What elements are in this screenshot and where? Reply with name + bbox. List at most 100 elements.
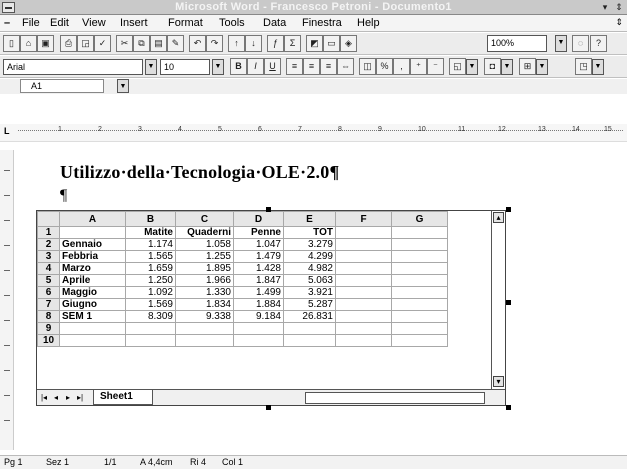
paste-icon[interactable]: ▤ (150, 35, 167, 52)
table-cell[interactable] (391, 298, 448, 311)
color-dropdown[interactable]: ▼ (501, 59, 513, 75)
sort-descending-icon[interactable]: ↓ (245, 35, 262, 52)
size-dropdown[interactable]: ▼ (212, 59, 224, 75)
system-menu-button[interactable] (2, 2, 15, 13)
table-cell[interactable]: 1.330 (175, 286, 234, 299)
table-cell[interactable] (391, 310, 448, 323)
tip-wizard-icon[interactable]: ◌ (572, 35, 589, 52)
table-cell[interactable]: Penne (233, 226, 284, 239)
next-sheet-icon[interactable]: ▸ (63, 392, 73, 403)
chart-wizard-icon[interactable]: ◩ (306, 35, 323, 52)
print-icon[interactable]: ⎙ (60, 35, 77, 52)
table-cell[interactable] (59, 334, 126, 347)
sheet-tab[interactable]: Sheet1 (93, 390, 153, 405)
table-cell[interactable]: Marzo (59, 262, 126, 275)
table-cell[interactable]: 9.338 (175, 310, 234, 323)
table-cell[interactable] (391, 322, 448, 335)
minimize-icon[interactable]: ▾ (599, 1, 611, 13)
select-all-corner[interactable] (37, 211, 60, 227)
menu-finestra[interactable]: Finestra (302, 17, 342, 29)
table-cell[interactable]: 5.063 (283, 274, 336, 287)
row-header[interactable]: 6 (37, 286, 60, 299)
table-cell[interactable]: 1.479 (233, 250, 284, 263)
table-cell[interactable]: 1.047 (233, 238, 284, 251)
tab-stop-icon[interactable]: L (4, 126, 10, 136)
horizontal-ruler[interactable]: L 1 2 3 4 5 6 7 8 9 10 11 12 13 14 15 (0, 124, 627, 142)
table-cell[interactable]: 3.921 (283, 286, 336, 299)
format-painter-icon[interactable]: ✎ (167, 35, 184, 52)
table-cell[interactable] (59, 322, 126, 335)
font-color-icon[interactable]: ⊞ (519, 58, 536, 75)
text-box-icon[interactable]: ▭ (323, 35, 340, 52)
table-cell[interactable]: 1.569 (125, 298, 176, 311)
table-cell[interactable] (335, 286, 392, 299)
table-cell[interactable]: 1.092 (125, 286, 176, 299)
row-header[interactable]: 4 (37, 262, 60, 275)
table-cell[interactable] (335, 310, 392, 323)
row-header[interactable]: 7 (37, 298, 60, 311)
decrease-decimal-icon[interactable]: ⁻ (427, 58, 444, 75)
prev-sheet-icon[interactable]: ◂ (51, 392, 61, 403)
table-cell[interactable] (175, 334, 234, 347)
horizontal-scrollbar[interactable] (305, 392, 485, 404)
table-cell[interactable]: Maggio (59, 286, 126, 299)
table-cell[interactable] (335, 238, 392, 251)
preview-icon[interactable]: ◲ (77, 35, 94, 52)
help-icon[interactable]: ? (590, 35, 607, 52)
font-color-dropdown[interactable]: ▼ (536, 59, 548, 75)
table-cell[interactable] (175, 322, 234, 335)
row-header[interactable]: 5 (37, 274, 60, 287)
cut-icon[interactable]: ✂ (116, 35, 133, 52)
menu-help[interactable]: Help (357, 17, 380, 29)
menu-view[interactable]: View (82, 17, 106, 29)
table-cell[interactable] (233, 322, 284, 335)
table-cell[interactable]: 1.565 (125, 250, 176, 263)
name-box[interactable]: A1 (20, 79, 104, 93)
first-sheet-icon[interactable]: |◂ (39, 392, 49, 403)
table-cell[interactable] (391, 250, 448, 263)
table-cell[interactable]: Matite (125, 226, 176, 239)
resize-handle[interactable] (506, 405, 511, 410)
embedded-worksheet[interactable]: A B C D E F G 1 Matite Quaderni Penne TOT 2 Ge… (36, 210, 506, 406)
table-cell[interactable] (125, 334, 176, 347)
column-header-d[interactable]: D (233, 211, 284, 227)
table-cell[interactable] (335, 262, 392, 275)
fill-icon[interactable]: ◳ (575, 58, 592, 75)
align-right-icon[interactable]: ≡ (320, 58, 337, 75)
table-cell[interactable] (283, 322, 336, 335)
column-header-f[interactable]: F (335, 211, 392, 227)
table-cell[interactable]: TOT (283, 226, 336, 239)
resize-handle[interactable] (266, 207, 271, 212)
borders-icon[interactable]: ◱ (449, 58, 466, 75)
bold-icon[interactable]: B (230, 58, 247, 75)
fill-dropdown[interactable]: ▼ (592, 59, 604, 75)
table-cell[interactable] (233, 334, 284, 347)
column-header-a[interactable]: A (59, 211, 126, 227)
menu-insert[interactable]: Insert (120, 17, 148, 29)
table-cell[interactable] (59, 226, 126, 239)
table-cell[interactable] (391, 334, 448, 347)
align-center-icon[interactable]: ≡ (303, 58, 320, 75)
menu-file[interactable]: File (22, 17, 40, 29)
row-header[interactable]: 3 (37, 250, 60, 263)
table-cell[interactable]: 5.287 (283, 298, 336, 311)
table-cell[interactable]: SEM 1 (59, 310, 126, 323)
scroll-down-icon[interactable]: ▾ (493, 376, 504, 387)
font-size-field[interactable]: 10 (160, 59, 210, 75)
spelling-icon[interactable]: ✓ (94, 35, 111, 52)
table-cell[interactable]: 1.255 (175, 250, 234, 263)
table-cell[interactable] (335, 322, 392, 335)
increase-decimal-icon[interactable]: ⁺ (410, 58, 427, 75)
font-dropdown[interactable]: ▼ (145, 59, 157, 75)
row-header[interactable]: 10 (37, 334, 60, 347)
italic-icon[interactable]: I (247, 58, 264, 75)
percent-icon[interactable]: % (376, 58, 393, 75)
currency-icon[interactable]: ◫ (359, 58, 376, 75)
align-left-icon[interactable]: ≡ (286, 58, 303, 75)
row-header[interactable]: 9 (37, 322, 60, 335)
merge-center-icon[interactable]: ⇔ (337, 58, 354, 75)
borders-dropdown[interactable]: ▼ (466, 59, 478, 75)
table-cell[interactable] (283, 334, 336, 347)
vertical-scrollbar[interactable]: ▴ ▾ (491, 211, 505, 389)
column-header-b[interactable]: B (125, 211, 176, 227)
